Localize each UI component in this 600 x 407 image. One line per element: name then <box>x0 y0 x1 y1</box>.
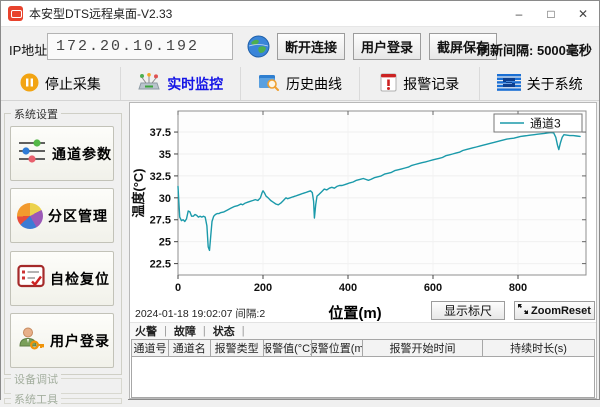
system-settings-group: 系统设置 通道参数 分区管理 <box>4 113 122 375</box>
history-curve-button[interactable]: 历史曲线 <box>240 67 360 100</box>
title-bar: 本安型DTS远程桌面-V2.33 – □ ✕ <box>1 1 599 27</box>
svg-text:200: 200 <box>254 282 272 294</box>
svg-text:0: 0 <box>175 282 181 294</box>
sidebar-item-user-login[interactable]: 用户登录 <box>10 313 114 368</box>
svg-text:400: 400 <box>339 282 357 294</box>
system-tools-title: 系统工具 <box>11 391 61 407</box>
alarm-record-icon <box>380 73 397 95</box>
window-title: 本安型DTS远程桌面-V2.33 <box>29 1 172 27</box>
timestamp-text: 2024-01-18 19:02:07 <box>135 308 233 320</box>
ip-address-label: IP地址: <box>9 40 51 59</box>
chart-area: 22.5 25 27.5 30 32.5 35 37.5 0 200 400 600 800 温度(°C… <box>130 103 596 301</box>
system-settings-title: 系统设置 <box>11 106 61 122</box>
svg-text:37.5: 37.5 <box>150 127 171 139</box>
col-alarm-value: 报警值(°C) <box>264 340 313 356</box>
svg-text:35: 35 <box>159 149 171 161</box>
x-axis-label: 位置(m) <box>290 302 420 323</box>
tab-separator: | <box>242 325 245 337</box>
main-panel: 22.5 25 27.5 30 32.5 35 37.5 0 200 400 600 800 温度(°C… <box>129 102 597 399</box>
realtime-monitor-button[interactable]: 实时监控 <box>120 67 240 100</box>
stop-collect-label: 停止采集 <box>45 74 101 94</box>
realtime-monitor-icon <box>137 73 161 95</box>
svg-text:22.5: 22.5 <box>150 259 171 271</box>
sidebar-item-partition-manage[interactable]: 分区管理 <box>10 188 114 243</box>
about-system-label: 关于系统 <box>527 74 583 94</box>
interval-text: 间隔:2 <box>235 308 265 320</box>
user-login-sidebar-label: 用户登录 <box>50 331 110 351</box>
svg-text:32.5: 32.5 <box>150 171 171 183</box>
show-ruler-button[interactable]: 显示标尺 <box>431 301 505 320</box>
svg-text:30: 30 <box>159 193 171 205</box>
tab-separator: | <box>203 325 206 337</box>
partition-manage-label: 分区管理 <box>48 206 108 226</box>
connection-bar: IP地址: 断开连接 用户登录 截屏保存 刷新间隔: 5000毫秒 <box>1 27 599 67</box>
zoom-reset-label: ZoomReset <box>531 305 591 317</box>
about-system-button[interactable]: 关于系统 <box>479 67 599 100</box>
about-system-icon <box>497 74 521 94</box>
svg-text:27.5: 27.5 <box>150 215 171 227</box>
zoom-reset-icon <box>518 304 528 317</box>
alarm-records-label: 报警记录 <box>403 74 459 94</box>
device-debug-title: 设备调试 <box>11 371 61 387</box>
pause-icon <box>20 73 39 95</box>
maximize-button[interactable]: □ <box>535 1 567 27</box>
user-login-button[interactable]: 用户登录 <box>353 33 421 60</box>
chart-timestamp: 2024-01-18 19:02:07 间隔:2 <box>135 306 265 321</box>
pie-chart-icon <box>17 203 43 229</box>
col-alarm-type: 报警类型 <box>211 340 264 356</box>
col-alarm-start: 报警开始时间 <box>363 340 483 356</box>
window-controls: – □ ✕ <box>503 1 599 27</box>
tab-status[interactable]: 状态 <box>213 323 235 339</box>
realtime-monitor-label: 实时监控 <box>167 74 223 94</box>
zoom-reset-button[interactable]: ZoomReset <box>514 301 595 320</box>
refresh-interval: 刷新间隔: 5000毫秒 <box>477 40 592 59</box>
refresh-interval-label: 刷新间隔: <box>477 43 533 58</box>
app-logo-icon <box>8 6 23 21</box>
sidebar-item-selfcheck-reset[interactable]: 自检复位 <box>10 251 114 306</box>
svg-text:25: 25 <box>159 237 171 249</box>
chart-footer: 2024-01-18 19:02:07 间隔:2 位置(m) 显示标尺 Zoom… <box>130 301 596 322</box>
system-tools-group: 系统工具 <box>4 398 122 404</box>
tab-separator: | <box>164 325 167 337</box>
dts-remote-desktop-window: { "window": { "title": "本安型DTS远程桌面-V2.33… <box>0 0 600 400</box>
close-button[interactable]: ✕ <box>567 1 599 27</box>
col-channel-no: 通道号 <box>132 340 169 356</box>
sidebar-item-channel-params[interactable]: 通道参数 <box>10 126 114 181</box>
tab-fault[interactable]: 故障 <box>174 323 196 339</box>
tab-fire-alarm[interactable]: 火警 <box>135 323 157 339</box>
stop-collect-button[interactable]: 停止采集 <box>1 67 120 100</box>
alarm-records-button[interactable]: 报警记录 <box>359 67 479 100</box>
col-channel-name: 通道名 <box>169 340 211 356</box>
sidebar: 系统设置 通道参数 分区管理 <box>1 101 128 401</box>
history-curve-label: 历史曲线 <box>286 74 342 94</box>
checklist-icon <box>17 264 45 293</box>
refresh-interval-value: 5000毫秒 <box>537 43 592 58</box>
channel-params-label: 通道参数 <box>52 144 112 164</box>
ip-address-input[interactable] <box>47 33 233 60</box>
col-alarm-pos: 报警位置(m) <box>312 340 363 356</box>
svg-text:800: 800 <box>509 282 527 294</box>
selfcheck-reset-label: 自检复位 <box>50 269 110 289</box>
sliders-icon <box>17 138 47 169</box>
svg-text:通道3: 通道3 <box>530 117 561 131</box>
user-key-icon <box>17 326 45 356</box>
alarm-table-body[interactable] <box>131 357 595 398</box>
main-toolbar: 停止采集 实时监控 历史曲线 <box>1 67 599 101</box>
temperature-position-chart[interactable]: 22.5 25 27.5 30 32.5 35 37.5 0 200 400 600 800 温度(°C… <box>130 103 596 301</box>
history-curve-icon <box>258 73 280 94</box>
disconnect-button[interactable]: 断开连接 <box>277 33 345 60</box>
minimize-button[interactable]: – <box>503 1 535 27</box>
col-duration: 持续时长(s) <box>483 340 594 356</box>
alarm-tab-bar: 火警 | 故障 | 状态 | <box>130 322 596 339</box>
svg-text:温度(°C): 温度(°C) <box>131 168 146 217</box>
alarm-table-header: 通道号 通道名 报警类型 报警值(°C) 报警位置(m) 报警开始时间 持续时长… <box>131 339 595 357</box>
svg-text:600: 600 <box>424 282 442 294</box>
globe-icon <box>247 35 270 63</box>
